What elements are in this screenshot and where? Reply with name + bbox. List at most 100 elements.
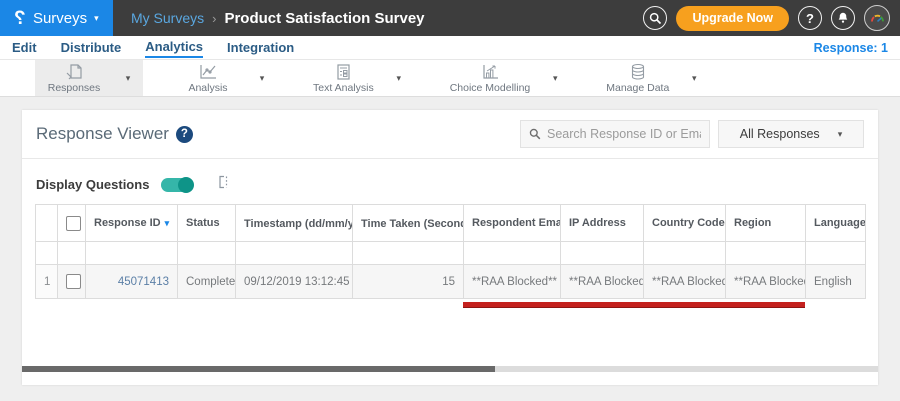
tab-analytics[interactable]: Analytics xyxy=(145,37,204,58)
row-select-cell xyxy=(57,264,86,299)
toolbar-label: Text Analysis xyxy=(313,82,374,94)
text-analysis-button[interactable]: Text Analysis xyxy=(303,60,384,96)
text-analysis-dropdown[interactable]: ▾ xyxy=(384,60,414,96)
search-input[interactable] xyxy=(547,127,701,141)
header-label: Country Code xyxy=(652,217,725,229)
cell-time-taken: 15 xyxy=(352,264,464,299)
toolbar-label: Manage Data xyxy=(606,82,670,94)
chevron-down-icon: ▾ xyxy=(552,72,558,83)
table-row: 1 45071413 Completed 09/12/2019 13:12:45… xyxy=(35,264,866,299)
filter-cell xyxy=(57,241,86,265)
header-label: Language xyxy=(814,217,866,229)
app-switcher[interactable]: ? Surveys ▾ xyxy=(0,0,113,36)
sort-desc-icon: ▾ xyxy=(164,218,170,228)
toolbar-group-text-analysis: Text Analysis ▾ xyxy=(303,60,414,96)
header-timestamp[interactable]: Timestamp (dd/mm/yyyy)⇅ xyxy=(235,204,353,242)
responses-table: Response ID▾ Status Timestamp (dd/mm/yyy… xyxy=(35,204,866,299)
header-time-taken[interactable]: Time Taken (Seconds)⇅ xyxy=(352,204,464,242)
help-button[interactable]: ? xyxy=(798,6,822,30)
horizontal-scrollbar-track[interactable] xyxy=(22,366,878,372)
row-checkbox[interactable] xyxy=(66,274,81,289)
header-label: Response ID xyxy=(94,217,161,229)
header-response-id[interactable]: Response ID ▾ xyxy=(85,204,178,242)
cell-status: Completed xyxy=(177,264,236,299)
header-label: Timestamp (dd/mm/yyyy) xyxy=(244,217,352,230)
toolbar-group-analysis: Analysis ▾ xyxy=(169,60,277,96)
header-label: Time Taken (Seconds) xyxy=(361,217,463,230)
search-button[interactable] xyxy=(643,6,668,30)
header-rownum xyxy=(35,204,58,242)
page-body: Response Viewer ? All Responses ▾ Displa… xyxy=(0,97,900,401)
tab-edit[interactable]: Edit xyxy=(12,38,37,57)
filter-cell[interactable] xyxy=(805,241,866,265)
app-menu-label: Surveys xyxy=(32,9,88,27)
header-label: IP Address xyxy=(569,217,626,229)
chevron-down-icon: ▾ xyxy=(259,72,265,83)
toolbar-label: Analysis xyxy=(188,82,228,94)
filter-cell[interactable] xyxy=(643,241,726,265)
responses-filter-dropdown[interactable]: All Responses ▾ xyxy=(718,120,864,148)
header-language: Language xyxy=(805,204,866,242)
chevron-down-icon: ▾ xyxy=(94,12,99,23)
cell-region: **RAA Blocked** xyxy=(725,264,806,299)
responses-dropdown[interactable]: ▾ xyxy=(113,60,143,96)
filter-cell[interactable] xyxy=(725,241,806,265)
choice-modelling-button[interactable]: Choice Modelling xyxy=(440,60,541,96)
chevron-down-icon: ▾ xyxy=(125,72,131,83)
annotation-highlight-bar xyxy=(463,302,805,308)
profile-gauge-button[interactable] xyxy=(864,5,890,31)
filter-cell[interactable] xyxy=(352,241,464,265)
tab-distribute[interactable]: Distribute xyxy=(61,38,122,57)
notifications-button[interactable] xyxy=(831,6,855,30)
cell-ip-address: **RAA Blocked** xyxy=(560,264,644,299)
horizontal-scrollbar-thumb[interactable] xyxy=(22,366,495,372)
upgrade-now-button[interactable]: Upgrade Now xyxy=(676,5,789,31)
tab-integration[interactable]: Integration xyxy=(227,38,294,57)
toolbar-label: Responses xyxy=(47,82,101,94)
manage-data-dropdown[interactable]: ▾ xyxy=(679,60,709,96)
analytics-toolbar: Responses ▾ Analysis ▾ Text Analysis ▾ C… xyxy=(0,60,900,97)
header-label: Region xyxy=(734,217,772,229)
filter-cell[interactable] xyxy=(177,241,236,265)
search-icon xyxy=(529,128,541,140)
column-expand-icon[interactable] xyxy=(215,174,230,195)
analysis-dropdown[interactable]: ▾ xyxy=(247,60,277,96)
responses-button[interactable]: Responses xyxy=(35,60,113,96)
question-mark-icon: ? xyxy=(180,128,188,140)
toolbar-label: Choice Modelling xyxy=(449,82,531,94)
filter-cell[interactable] xyxy=(463,241,561,265)
section-title: Response Viewer xyxy=(36,124,169,143)
filter-cell[interactable] xyxy=(235,241,353,265)
topbar: ? Surveys ▾ My Surveys › Product Satisfa… xyxy=(0,0,900,36)
manage-data-button[interactable]: Manage Data xyxy=(596,60,679,96)
toolbar-group-responses: Responses ▾ xyxy=(35,60,143,96)
filter-cell[interactable] xyxy=(560,241,644,265)
header-label: Status xyxy=(186,217,220,229)
bell-icon xyxy=(838,12,848,23)
response-viewer-card: Response Viewer ? All Responses ▾ Displa… xyxy=(22,110,878,385)
response-count: Response: 1 xyxy=(813,40,888,55)
manage-data-icon xyxy=(627,63,649,81)
response-id-link[interactable]: 45071413 xyxy=(118,276,169,288)
search-icon xyxy=(649,12,662,24)
responses-icon xyxy=(63,63,85,81)
select-all-checkbox[interactable] xyxy=(66,215,81,231)
header-status: Status xyxy=(177,204,236,242)
display-questions-toggle[interactable] xyxy=(161,176,195,193)
header-respondent-email: Respondent Email xyxy=(463,204,561,242)
choice-modelling-dropdown[interactable]: ▾ xyxy=(540,60,570,96)
analysis-button[interactable]: Analysis xyxy=(169,60,247,96)
breadcrumb-separator-icon: › xyxy=(212,10,217,26)
filter-cell[interactable] xyxy=(85,241,178,265)
breadcrumb: My Surveys › Product Satisfaction Survey xyxy=(131,10,425,27)
survey-nav: Edit Distribute Analytics Integration Re… xyxy=(0,36,900,60)
cell-country-code: **RAA Blocked** xyxy=(643,264,726,299)
chevron-down-icon: ▾ xyxy=(396,72,401,83)
topbar-actions: Upgrade Now ? xyxy=(643,5,900,31)
filter-dropdown-value: All Responses xyxy=(739,127,820,141)
filter-cell xyxy=(35,241,58,265)
table-filter-row xyxy=(35,241,866,265)
breadcrumb-my-surveys[interactable]: My Surveys xyxy=(131,10,204,26)
display-questions-label: Display Questions xyxy=(36,177,150,192)
section-help-button[interactable]: ? xyxy=(175,125,193,143)
